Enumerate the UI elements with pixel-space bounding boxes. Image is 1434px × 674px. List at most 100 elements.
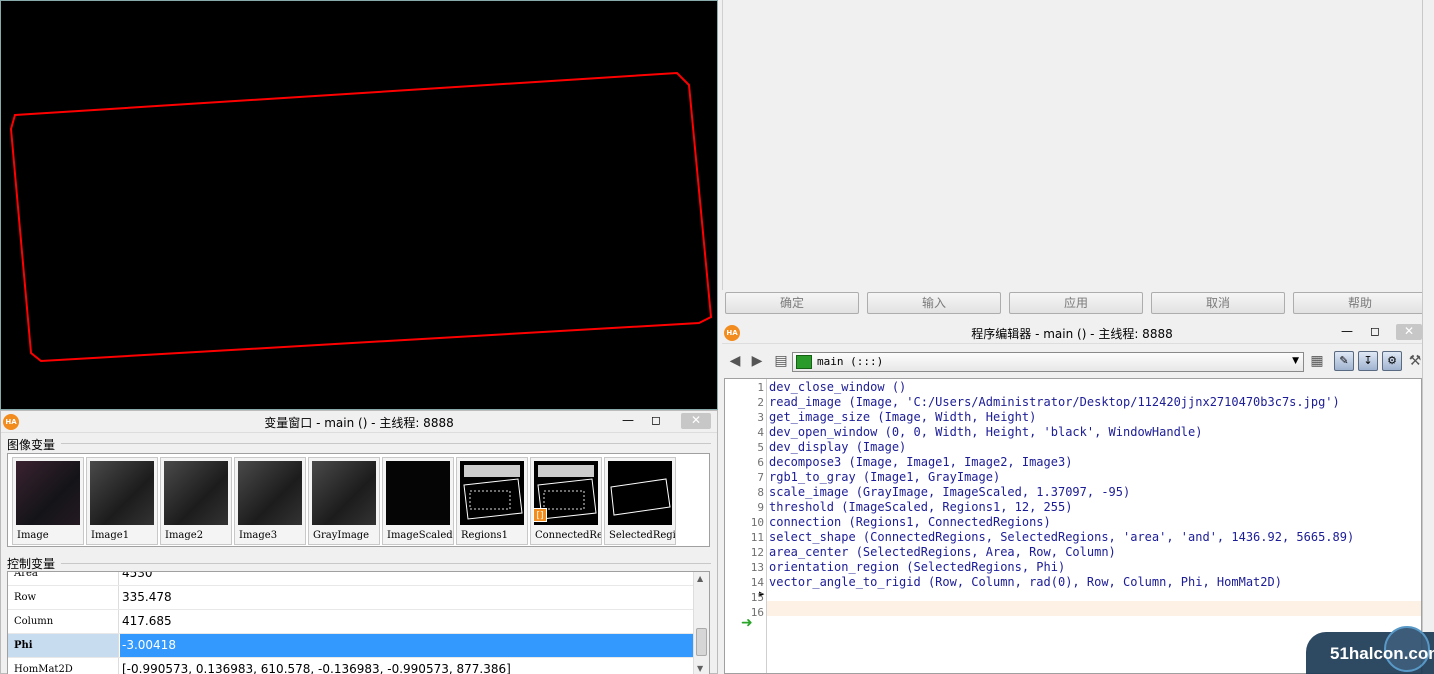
image-variables-list: Image Image1 Image2 Image3 GrayImage ImageSca… [7, 453, 710, 547]
variable-value: [-0.990573, 0.136983, 610.578, -0.136983… [122, 662, 511, 674]
chevron-down-icon: ▼ [1292, 356, 1299, 366]
code-editor[interactable]: ▶ ➜ 1 2 3 4 5 6 7 8 9 10 11 12 13 14 15 16 dev_close_wi… [724, 378, 1422, 674]
thumbnail-label: ImageScaled [387, 530, 453, 541]
program-editor-title: 程序编辑器 - main () - 主线程: 8888 [971, 327, 1173, 341]
variable-window-titlebar[interactable]: HA 变量窗口 - main () - 主线程: 8888 — ◻ ✕ [1, 411, 717, 433]
variable-name: Row [8, 586, 119, 609]
scroll-up-icon[interactable]: ▲ [697, 574, 703, 583]
apply-button[interactable]: 应用 [1009, 292, 1143, 314]
thumbnail-label: Image2 [165, 530, 204, 541]
program-editor: HA 程序编辑器 - main () - 主线程: 8888 — ◻ ✕ ◀ ▶… [722, 322, 1422, 674]
thumbnail-label: GrayImage [313, 530, 370, 541]
help-button[interactable]: 帮助 [1293, 292, 1427, 314]
image-thumbnail[interactable]: Image3 [234, 457, 306, 545]
variable-name: Column [8, 610, 119, 633]
thumbnail-preview [312, 461, 376, 525]
code-line[interactable]: scale_image (GrayImage, ImageScaled, 1.3… [769, 485, 1130, 499]
scroll-thumb[interactable] [696, 628, 707, 656]
thumbnail-label: Image3 [239, 530, 278, 541]
control-variable-row[interactable]: Column 417.685 [8, 610, 694, 634]
minimize-icon[interactable]: — [1336, 324, 1358, 340]
line-number: 7 [757, 471, 764, 484]
line-number: 9 [757, 501, 764, 514]
image-thumbnail[interactable]: Image [12, 457, 84, 545]
variable-name: Area [8, 572, 119, 585]
code-line[interactable]: get_image_size (Image, Width, Height) [769, 410, 1036, 424]
procedure-select[interactable]: main (:::) ▼ [792, 352, 1304, 372]
image-thumbnail[interactable]: ImageScaled [382, 457, 454, 545]
code-line[interactable]: dev_display (Image) [769, 440, 906, 454]
cancel-button[interactable]: 取消 [1151, 292, 1285, 314]
code-line[interactable]: dev_open_window (0, 0, Width, Height, 'b… [769, 425, 1202, 439]
image-thumbnail[interactable]: Regions1 [456, 457, 528, 545]
control-variables-label: 控制变量 [7, 555, 60, 572]
graphics-window[interactable] [0, 0, 718, 410]
line-number: 10 [750, 516, 764, 529]
procedure-icon [796, 355, 812, 369]
code-line[interactable]: area_center (SelectedRegions, Area, Row,… [769, 545, 1116, 559]
image-thumbnail[interactable]: GrayImage [308, 457, 380, 545]
vertical-scrollbar[interactable]: ▲ ▼ [693, 572, 709, 674]
line-number: 1 [757, 381, 764, 394]
image-thumbnail[interactable]: SelectedRegions [604, 457, 676, 545]
image-thumbnail[interactable]: Image1 [86, 457, 158, 545]
line-number: 14 [750, 576, 764, 589]
control-variable-row[interactable]: HomMat2D [-0.990573, 0.136983, 610.578, -… [8, 658, 694, 674]
control-variable-row[interactable]: Row 335.478 [8, 586, 694, 610]
calendar-icon[interactable]: ▦ [1308, 352, 1326, 370]
control-variable-row[interactable]: Phi -3.00418 [8, 634, 694, 658]
procedure-settings-icon[interactable]: ⚙ [1382, 351, 1402, 371]
line-number: 15 [750, 591, 764, 604]
variable-name: Phi [8, 634, 119, 657]
variable-window: HA 变量窗口 - main () - 主线程: 8888 — ◻ ✕ 图像变量… [0, 410, 718, 674]
line-number: 16 [750, 606, 764, 619]
forward-arrow-icon[interactable]: ▶ [748, 352, 766, 370]
variable-value: 4530 [122, 571, 153, 580]
variable-window-title: 变量窗口 - main () - 主线程: 8888 [264, 416, 454, 430]
thumbnail-preview [608, 461, 672, 525]
code-line[interactable]: rgb1_to_gray (Image1, GrayImage) [769, 470, 1000, 484]
step-into-icon[interactable]: ↧ [1358, 351, 1378, 371]
thumbnail-label: Image [17, 530, 49, 541]
back-arrow-icon[interactable]: ◀ [726, 352, 744, 370]
variable-value: -3.00418 [120, 634, 694, 657]
procedure-list-icon[interactable]: ▤ [772, 352, 790, 370]
ok-button[interactable]: 确定 [725, 292, 859, 314]
code-line[interactable]: threshold (ImageScaled, Regions1, 12, 25… [769, 500, 1072, 514]
thumbnail-label: Regions1 [461, 530, 509, 541]
code-line[interactable]: connection (Regions1, ConnectedRegions) [769, 515, 1051, 529]
window-edge [1422, 0, 1434, 674]
code-line[interactable]: read_image (Image, 'C:/Users/Administrat… [769, 395, 1340, 409]
scroll-down-icon[interactable]: ▼ [697, 664, 703, 673]
watermark: 51halcon.com [1306, 626, 1434, 674]
maximize-icon[interactable]: ◻ [1364, 324, 1386, 340]
code-line[interactable]: select_shape (ConnectedRegions, Selected… [769, 530, 1354, 544]
code-line[interactable]: dev_close_window () [769, 380, 906, 394]
control-variable-row[interactable]: Area 4530 [8, 571, 694, 586]
thumbnail-preview [164, 461, 228, 525]
variable-name: HomMat2D [8, 658, 119, 674]
line-number: 3 [757, 411, 764, 424]
minimize-icon[interactable]: — [617, 413, 639, 429]
close-icon[interactable]: ✕ [681, 413, 711, 429]
maximize-icon[interactable]: ◻ [645, 413, 667, 429]
thumbnail-preview [238, 461, 302, 525]
line-number: 5 [757, 441, 764, 454]
code-line[interactable]: orientation_region (SelectedRegions, Phi… [769, 560, 1065, 574]
image-thumbnail[interactable]: [] ConnectedRegions [530, 457, 602, 545]
image-thumbnail[interactable]: Image2 [160, 457, 232, 545]
line-number-gutter: ▶ ➜ 1 2 3 4 5 6 7 8 9 10 11 12 13 14 15 16 [725, 379, 767, 673]
edit-procedure-icon[interactable]: ✎ [1334, 351, 1354, 371]
close-icon[interactable]: ✕ [1396, 324, 1422, 340]
thumbnail-preview [460, 461, 524, 525]
watermark-text: 51halcon.com [1330, 644, 1434, 663]
code-line[interactable]: vector_angle_to_rigid (Row, Column, rad(… [769, 575, 1282, 589]
enter-button[interactable]: 输入 [867, 292, 1001, 314]
thumbnail-preview [90, 461, 154, 525]
divider [61, 443, 711, 444]
editor-toolbar: ◀ ▶ ▤ main (:::) ▼ ▦ ✎ ↧ ⚙ ⚒ [722, 348, 1422, 374]
program-editor-titlebar[interactable]: HA 程序编辑器 - main () - 主线程: 8888 — ◻ ✕ [722, 322, 1422, 344]
code-line[interactable]: decompose3 (Image, Image1, Image2, Image… [769, 455, 1072, 469]
thumbnail-preview [16, 461, 80, 525]
control-variables-table: Area 4530 Row 335.478 Column 417.685 Phi -3.004… [7, 571, 710, 674]
